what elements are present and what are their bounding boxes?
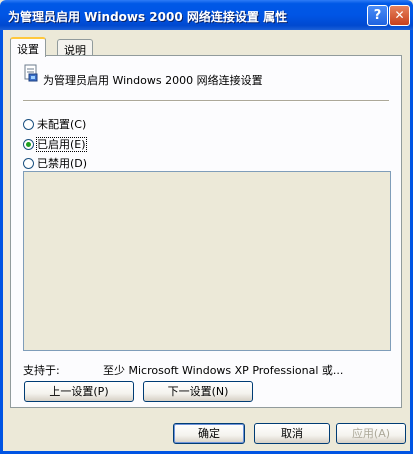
radio-disabled[interactable]: 已禁用(D): [23, 155, 87, 170]
previous-setting-button[interactable]: 上一设置(P): [24, 381, 134, 402]
next-setting-button[interactable]: 下一设置(N): [143, 381, 253, 402]
help-button[interactable]: ?: [367, 5, 388, 26]
window-frame-left: [0, 30, 3, 454]
cancel-button[interactable]: 取消: [254, 423, 330, 444]
radio-circle-icon[interactable]: [23, 119, 34, 130]
apply-button[interactable]: 应用(A): [336, 423, 406, 444]
radio-enabled[interactable]: 已启用(E): [23, 136, 87, 152]
radio-label[interactable]: 已启用(E): [36, 137, 87, 152]
policy-setting-icon: [23, 64, 39, 85]
radio-circle-icon[interactable]: [23, 158, 34, 169]
radio-label[interactable]: 已禁用(D): [37, 157, 87, 170]
tab-settings[interactable]: 设置: [10, 37, 46, 57]
window-title: 为管理员启用 Windows 2000 网络连接设置 属性: [8, 10, 288, 24]
close-button[interactable]: ✕: [389, 5, 410, 26]
settings-panel: 为管理员启用 Windows 2000 网络连接设置 未配置(C) 已启用(E)…: [10, 55, 402, 408]
radio-not-configured[interactable]: 未配置(C): [23, 116, 86, 131]
separator: [23, 100, 389, 102]
title-bar[interactable]: 为管理员启用 Windows 2000 网络连接设置 属性 ? ✕: [0, 0, 413, 30]
supported-on-value: 至少 Microsoft Windows XP Professional 或..…: [103, 364, 344, 377]
ok-button[interactable]: 确定: [173, 423, 245, 444]
policy-name: 为管理员启用 Windows 2000 网络连接设置: [43, 74, 263, 87]
supported-on-label: 支持于:: [23, 364, 60, 377]
options-area: [23, 171, 391, 351]
radio-circle-checked-icon[interactable]: [23, 139, 34, 150]
radio-label[interactable]: 未配置(C): [37, 118, 86, 131]
